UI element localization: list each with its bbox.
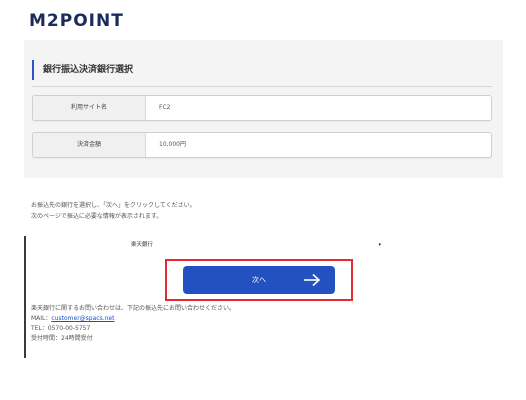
instruction-line-2: 次のページで振込に必要な情報が表示されます。 — [31, 213, 163, 220]
next-button[interactable]: 次へ — [183, 266, 335, 294]
section-title: 銀行振込決済銀行選択 — [32, 60, 133, 80]
site-name-row: 利用サイト名 FC2 — [32, 95, 492, 121]
contact-intro: 楽天銀行に関するお問い合わせは、下記の振込先にお問い合わせください。 — [31, 305, 236, 312]
contact-mail-label: MAIL： — [31, 315, 52, 322]
contact-hours: 受付時間：24時間受付 — [31, 335, 93, 342]
section-divider — [32, 86, 492, 87]
arrow-right-icon — [304, 273, 321, 287]
contact-tel: TEL：0570-00-5757 — [31, 325, 91, 332]
instruction-line-1: お振込先の銀行を選択し、「次へ」をクリックしてください。 — [31, 202, 196, 209]
contact-mail-link[interactable]: customer@spacs.net — [51, 315, 114, 322]
bank-select-value: 楽天銀行 — [131, 242, 154, 248]
amount-value: 10,000円 — [159, 141, 186, 148]
left-edge-bar — [24, 236, 26, 358]
site-name-value: FC2 — [159, 104, 171, 111]
brand-logo: M2POINT — [29, 11, 124, 31]
contact-mail: MAIL：customer@spacs.net — [31, 313, 114, 322]
site-name-label: 利用サイト名 — [33, 96, 146, 120]
dropdown-caret-icon: ▾ — [378, 242, 381, 248]
amount-row: 決済金額 10,000円 — [32, 132, 492, 158]
amount-label: 決済金額 — [33, 133, 146, 157]
bank-select[interactable]: 楽天銀行 ▾ — [131, 238, 381, 252]
